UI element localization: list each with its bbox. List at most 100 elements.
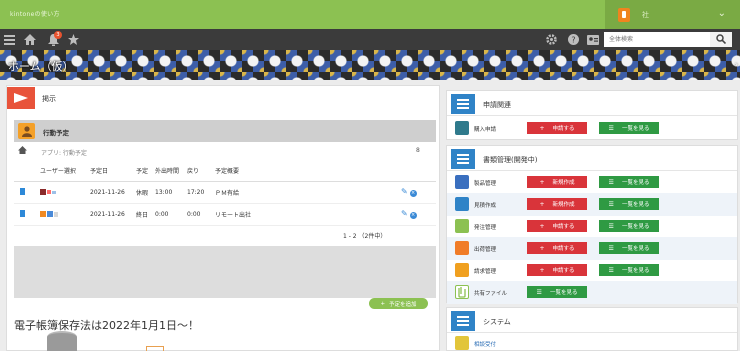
list-item: 請求管理 + 申請する ☰ 一覧を見る (447, 259, 737, 282)
view-list-button[interactable]: ☰ 一覧を見る (599, 220, 659, 232)
app-label[interactable]: 購入申請 (474, 125, 496, 133)
add-schedule-label: 予定を追加 (389, 301, 417, 308)
profile-card-icon[interactable] (584, 29, 602, 50)
pencil-icon[interactable]: ✎ (401, 187, 408, 196)
app-label[interactable]: 発注管理 (474, 223, 496, 231)
list-item: 出荷管理 + 申請する ☰ 一覧を見る (447, 237, 737, 260)
view-list-label: 一覧を見る (621, 126, 650, 132)
record-detail-link[interactable] (14, 203, 40, 226)
col-header-blank (14, 160, 40, 182)
user-avatar (47, 190, 51, 194)
app-label[interactable]: 請求管理 (474, 267, 496, 275)
view-list-label: 一覧を見る (621, 180, 650, 186)
cell-type: 休暇 (136, 181, 155, 204)
record-detail-link[interactable] (14, 181, 40, 204)
create-label: 新規作成 (552, 202, 575, 208)
search-input[interactable] (604, 32, 710, 47)
order-app-icon (455, 219, 469, 233)
list-icon: ☰ (608, 222, 614, 230)
delete-icon[interactable]: × (409, 190, 417, 197)
user-menu[interactable]: 社 ⌄ (605, 0, 740, 29)
pencil-icon[interactable]: ✎ (401, 209, 408, 218)
apply-button[interactable]: + 申請する (527, 242, 587, 254)
svg-text:?: ? (571, 36, 575, 45)
widget-title: 申請関連 (483, 101, 511, 109)
col-header: 予定 (136, 160, 155, 182)
banner-title: ホーム（仮） (8, 60, 74, 73)
document-icon (20, 187, 25, 195)
apply-button[interactable]: + 申請する (527, 220, 587, 232)
space-banner: ホーム（仮） › (0, 50, 740, 80)
purchase-app-icon (455, 121, 469, 135)
apply-button[interactable]: + 申請する (527, 264, 587, 276)
app-label[interactable]: 見積作成 (474, 201, 496, 209)
database-icon (47, 331, 77, 351)
user-avatar (618, 7, 630, 22)
view-list-button[interactable]: ☰ 一覧を見る (527, 286, 587, 298)
delete-icon[interactable]: × (409, 212, 417, 219)
board-icon (7, 87, 35, 109)
view-list-label: 一覧を見る (621, 246, 650, 252)
table-row[interactable]: 2021-11-26 終日 0:00 0:00 リモート出社 ✎ × (14, 203, 436, 226)
user-avatar (52, 190, 56, 194)
chevron-down-icon: ⌄ (717, 8, 726, 19)
schedule-title[interactable]: 行動予定 (43, 127, 69, 137)
list-icon: ☰ (608, 124, 614, 132)
plus-icon: + (539, 222, 545, 230)
board-panel: 掲示 行動予定 アプリ: 行動予定 8 ユーザー選択 予定日 予定 外出時間 戻… (6, 85, 440, 351)
home-icon[interactable] (21, 29, 39, 50)
list-item: 見積作成 + 新規作成 ☰ 一覧を見る (447, 193, 737, 216)
app-logo[interactable]: kintoneの使い方 (10, 9, 60, 18)
apply-label: 申請する (552, 268, 575, 274)
cell-summary: リモート出社 (215, 203, 401, 226)
list-icon (451, 311, 475, 331)
gear-icon[interactable] (542, 29, 560, 50)
view-list-button[interactable]: ☰ 一覧を見る (599, 122, 659, 134)
view-list-button[interactable]: ☰ 一覧を見る (599, 198, 659, 210)
apply-label: 申請する (552, 246, 575, 252)
cell-out: 13:00 (155, 181, 187, 204)
shipping-app-icon (455, 241, 469, 255)
home-icon[interactable] (18, 146, 27, 156)
app-label[interactable]: 相談受付 (474, 340, 496, 348)
app-label[interactable]: 共有ファイル (474, 289, 507, 297)
schedule-header: 行動予定 (14, 120, 436, 142)
create-button[interactable]: + 新規作成 (527, 176, 587, 188)
apply-label: 申請する (552, 224, 575, 230)
user-avatar (40, 211, 46, 217)
col-header-actions (401, 160, 436, 182)
star-icon[interactable] (64, 29, 82, 50)
app-label[interactable]: 出荷管理 (474, 245, 496, 253)
view-list-button[interactable]: ☰ 一覧を見る (599, 264, 659, 276)
add-schedule-button[interactable]: + 予定を追加 (369, 298, 428, 309)
schedule-widget: 行動予定 アプリ: 行動予定 8 ユーザー選択 予定日 予定 外出時間 戻り 予… (14, 120, 436, 298)
view-list-label: 一覧を見る (621, 202, 650, 208)
document-icon (20, 209, 25, 217)
schedule-list: アプリ: 行動予定 8 ユーザー選択 予定日 予定 外出時間 戻り 予定概要 2… (14, 142, 436, 246)
list-item: 相談受付 (447, 334, 737, 351)
list-icon (451, 94, 475, 114)
plus-icon: + (539, 124, 545, 132)
list-icon: ☰ (536, 288, 542, 296)
app-label[interactable]: 製品管理 (474, 179, 496, 187)
board-title: 掲示 (42, 95, 56, 103)
table-row[interactable]: 2021-11-26 休暇 13:00 17:20 ＰＭ有給 ✎ × (14, 181, 436, 204)
create-button[interactable]: + 新規作成 (527, 198, 587, 210)
schedule-table: ユーザー選択 予定日 予定 外出時間 戻り 予定概要 2021-11-26 休暇… (14, 160, 436, 226)
chevron-right-icon[interactable]: › (735, 60, 738, 69)
search-button[interactable] (710, 32, 732, 47)
plus-icon: + (380, 300, 386, 307)
app-breadcrumb[interactable]: アプリ: 行動予定 (41, 148, 87, 157)
view-list-button[interactable]: ☰ 一覧を見る (599, 242, 659, 254)
user-chips (40, 181, 90, 204)
help-icon[interactable]: ? (564, 29, 582, 50)
user-avatar (54, 211, 58, 217)
view-list-button[interactable]: ☰ 一覧を見る (599, 176, 659, 188)
widget-title: 書類管理(開発中) (483, 156, 538, 164)
list-icon: ☰ (608, 178, 614, 186)
menu-icon[interactable] (0, 29, 18, 50)
list-icon: ☰ (608, 266, 614, 274)
apply-button[interactable]: + 申請する (527, 122, 587, 134)
plus-icon: + (539, 266, 545, 274)
col-header: 外出時間 (155, 160, 187, 182)
